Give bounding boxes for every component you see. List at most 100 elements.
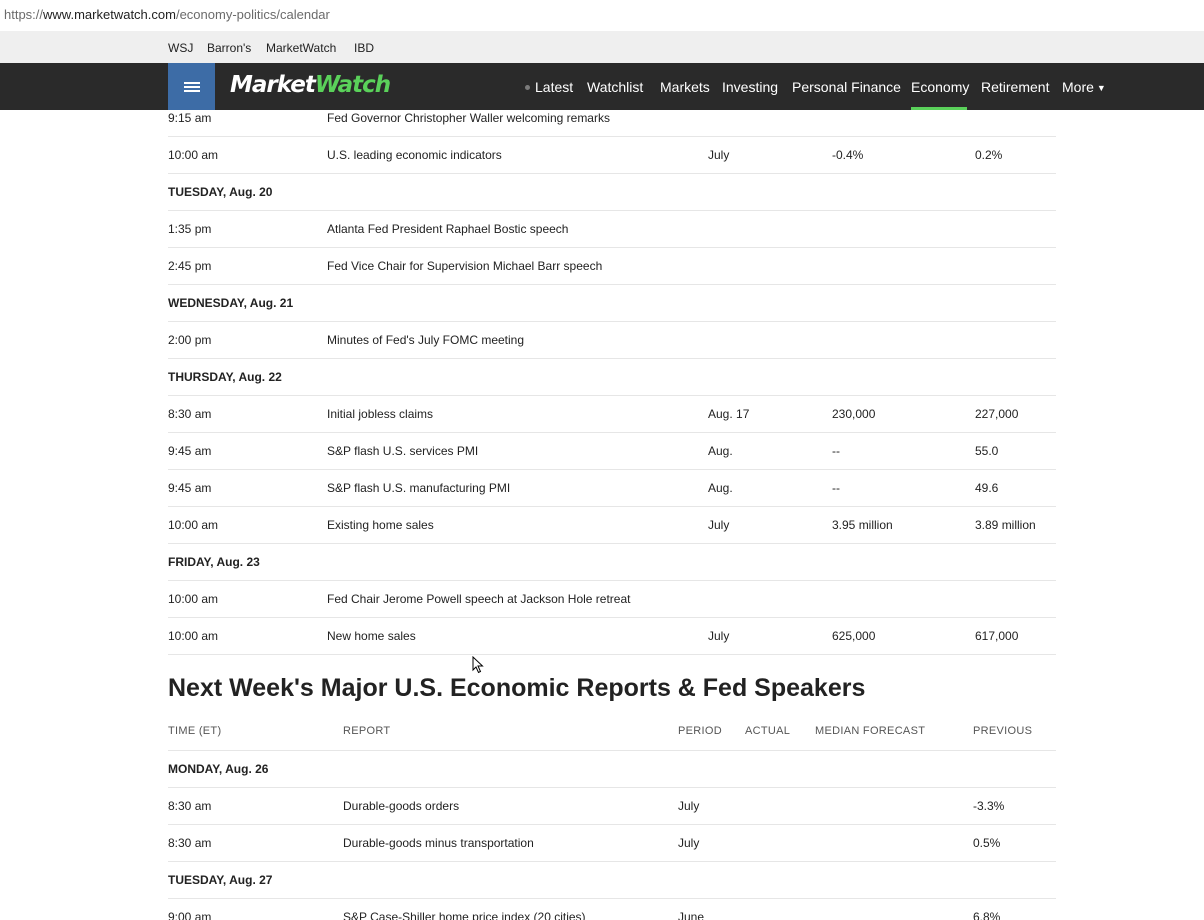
header-time: TIME (ET) [168,725,222,737]
period-cell: Aug. [708,444,733,458]
actual-cell: -0.4% [832,148,864,162]
nav-personal-finance[interactable]: Personal Finance [792,79,901,95]
report-cell: Fed Vice Chair for Supervision Michael B… [327,259,603,273]
previous-cell: 227,000 [975,407,1019,421]
link-barrons[interactable]: Barron's [207,41,251,55]
table-row: 10:00 am U.S. leading economic indicators… [168,137,1056,174]
day-label: THURSDAY, Aug. 22 [168,370,282,384]
next-week-section-title: Next Week's Major U.S. Economic Reports … [168,674,866,702]
report-cell: S&P flash U.S. services PMI [327,444,479,458]
day-label: TUESDAY, Aug. 20 [168,185,273,199]
day-header-row: FRIDAY, Aug. 23 [168,544,1056,581]
nav-retirement[interactable]: Retirement [981,79,1049,95]
header-median-forecast: MEDIAN FORECAST [815,725,926,737]
hamburger-icon [183,80,200,94]
report-cell: Fed Chair Jerome Powell speech at Jackso… [327,592,631,606]
caret-down-icon: ▼ [1096,83,1106,93]
report-cell: Initial jobless claims [327,407,434,421]
table-row: 2:45 pm Fed Vice Chair for Supervision Mi… [168,248,1056,285]
time-cell: 9:15 am [168,111,212,125]
report-cell: Existing home sales [327,518,434,532]
day-header-row: MONDAY, Aug. 26 [168,751,1056,788]
table-row: 8:30 am Durable-goods orders July -3.3% [168,788,1056,825]
time-cell: 10:00 am [168,592,219,606]
report-cell: S&P flash U.S. manufacturing PMI [327,481,511,495]
report-cell: Durable-goods orders [343,799,460,813]
header-report: REPORT [343,725,391,737]
link-wsj[interactable]: WSJ [168,41,193,55]
nav-investing[interactable]: Investing [722,79,778,95]
link-ibd[interactable]: IBD [354,41,374,55]
table-row: 8:30 am Durable-goods minus transportatio… [168,825,1056,862]
period-cell: July [678,799,700,813]
actual-cell: 625,000 [832,629,876,643]
nav-markets[interactable]: Markets [660,79,710,95]
day-label: FRIDAY, Aug. 23 [168,555,260,569]
actual-cell: -- [832,481,840,495]
report-cell: Atlanta Fed President Raphael Bostic spe… [327,222,569,236]
link-marketwatch[interactable]: MarketWatch [266,41,336,55]
report-cell: Durable-goods minus transportation [343,836,534,850]
logo-text-watch: Watch [314,72,391,98]
this-week-calendar-table: 9:15 am Fed Governor Christopher Waller w… [168,100,1056,655]
period-cell: Aug. [708,481,733,495]
url-host: www.marketwatch.com [43,7,176,22]
time-cell: 9:00 am [168,910,212,920]
table-row: 10:00 am Fed Chair Jerome Powell speech a… [168,581,1056,618]
day-header-row: TUESDAY, Aug. 20 [168,174,1056,211]
previous-cell: -3.3% [973,799,1005,813]
day-header-row: TUESDAY, Aug. 27 [168,862,1056,899]
marketwatch-logo[interactable]: MarketWatch [230,72,391,98]
period-cell: June [678,910,705,920]
nav-more-label: More [1062,79,1094,95]
time-cell: 9:45 am [168,444,212,458]
table-row: 8:30 am Initial jobless claims Aug. 17 230,… [168,396,1056,433]
time-cell: 10:00 am [168,148,219,162]
period-cell: July [708,518,730,532]
period-cell: July [708,629,730,643]
previous-cell: 6.8% [973,910,1001,920]
day-label: WEDNESDAY, Aug. 21 [168,296,294,310]
nav-latest[interactable]: Latest [535,79,573,95]
network-bar: WSJ Barron's MarketWatch IBD [0,31,1204,63]
table-row: 10:00 am New home sales July 625,000 617,000 [168,618,1056,655]
nav-economy[interactable]: Economy [911,79,969,95]
table-row: 9:45 am S&P flash U.S. manufacturing PMI A… [168,470,1056,507]
previous-cell: 55.0 [975,444,999,458]
table-row: 10:00 am Existing home sales July 3.95 mill… [168,507,1056,544]
report-cell: U.S. leading economic indicators [327,148,502,162]
table-row: 9:00 am S&P Case-Shiller home price index… [168,899,1056,920]
actual-cell: -- [832,444,840,458]
header-actual: ACTUAL [745,725,791,737]
address-bar[interactable]: https://www.marketwatch.com/economy-poli… [0,0,1204,31]
day-header-row: THURSDAY, Aug. 22 [168,359,1056,396]
report-cell: New home sales [327,629,416,643]
day-label: MONDAY, Aug. 26 [168,762,269,776]
logo-text-market: Market [230,72,316,98]
actual-cell: 3.95 million [832,518,893,532]
time-cell: 10:00 am [168,629,219,643]
next-week-calendar-table: TIME (ET) REPORT PERIOD ACTUAL MEDIAN FO… [168,714,1056,920]
time-cell: 1:35 pm [168,222,212,236]
period-cell: Aug. 17 [708,407,750,421]
period-cell: July [678,836,700,850]
report-cell: S&P Case-Shiller home price index (20 ci… [343,910,586,920]
period-cell: July [708,148,730,162]
header-period: PERIOD [678,725,722,737]
nav-more[interactable]: More ▼ [1062,79,1106,95]
table-row: 1:35 pm Atlanta Fed President Raphael Bos… [168,211,1056,248]
table-row: 9:45 am S&P flash U.S. services PMI Aug. --… [168,433,1056,470]
live-dot-icon [525,85,530,90]
actual-cell: 230,000 [832,407,876,421]
previous-cell: 0.2% [975,148,1003,162]
nav-watchlist[interactable]: Watchlist [587,79,643,95]
url-path: /economy-politics/calendar [175,7,330,22]
time-cell: 2:45 pm [168,259,212,273]
previous-cell: 617,000 [975,629,1019,643]
day-header-row: WEDNESDAY, Aug. 21 [168,285,1056,322]
time-cell: 8:30 am [168,407,212,421]
time-cell: 8:30 am [168,836,212,850]
previous-cell: 3.89 million [975,518,1036,532]
table-header-row: TIME (ET) REPORT PERIOD ACTUAL MEDIAN FO… [168,714,1056,751]
url-text[interactable]: https://www.marketwatch.com/economy-poli… [4,7,330,22]
